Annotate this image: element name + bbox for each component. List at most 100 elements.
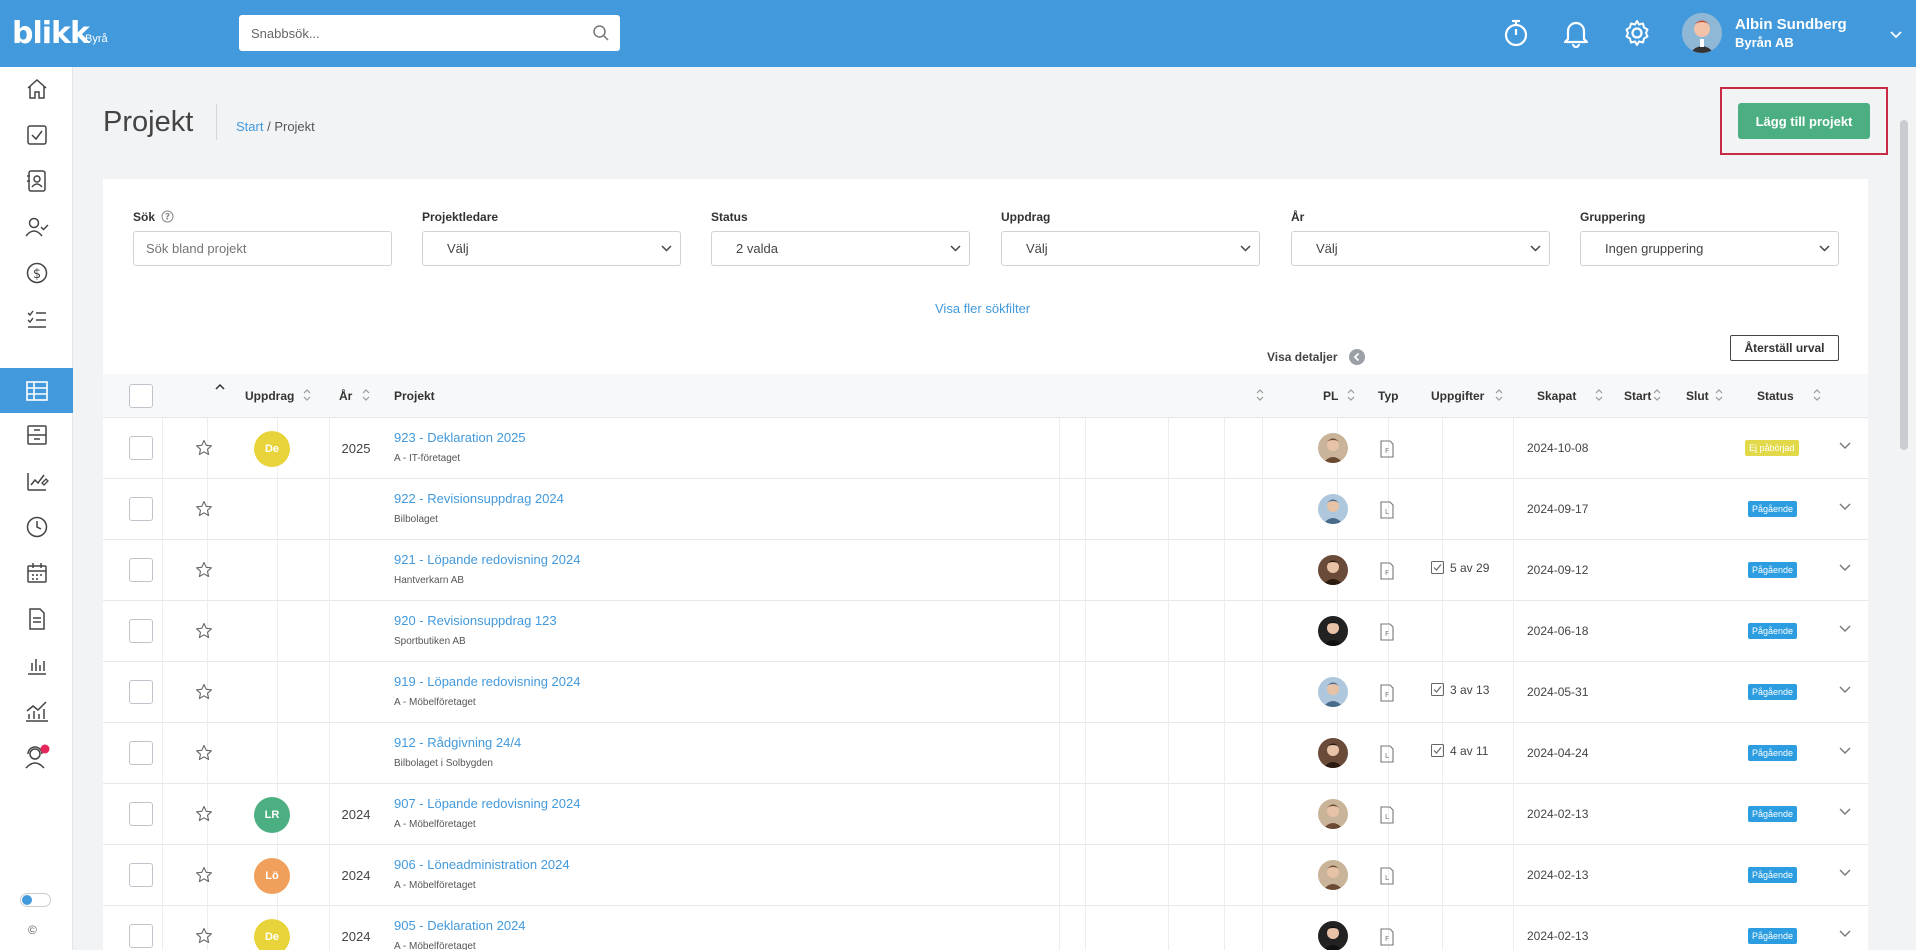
row-checkbox[interactable] (129, 741, 153, 765)
sort-icon[interactable] (1652, 388, 1662, 402)
table-row[interactable]: LR 2024 907 - Löpande redovisning 2024 A - … (103, 784, 1868, 845)
column-header-start[interactable]: Start (1624, 374, 1651, 418)
chevron-down-icon[interactable] (1839, 686, 1851, 694)
breadcrumb-start-link[interactable]: Start (236, 119, 263, 134)
sidebar-item-clients[interactable] (0, 205, 73, 249)
chevron-down-icon[interactable] (1839, 625, 1851, 633)
timer-icon[interactable] (1502, 18, 1530, 53)
row-checkbox[interactable] (129, 924, 153, 948)
row-checkbox[interactable] (129, 558, 153, 582)
chevron-down-icon[interactable] (1839, 869, 1851, 877)
star-icon[interactable] (195, 561, 213, 579)
sidebar-item-analytics[interactable] (0, 689, 73, 733)
star-icon[interactable] (195, 805, 213, 823)
project-search-input[interactable] (133, 231, 392, 266)
column-header-status[interactable]: Status (1757, 374, 1794, 418)
table-row[interactable]: 921 - Löpande redovisning 2024 Hantverkar… (103, 540, 1868, 601)
star-icon[interactable] (195, 927, 213, 945)
sidebar-item-archive[interactable] (0, 413, 73, 457)
sort-icon[interactable] (1714, 388, 1724, 402)
sidebar-item-checklists[interactable] (0, 297, 73, 341)
chevron-down-icon[interactable] (1839, 808, 1851, 816)
project-title-link[interactable]: 919 - Löpande redovisning 2024 (394, 674, 580, 689)
project-manager-avatar[interactable] (1318, 555, 1348, 585)
add-project-button[interactable]: Lägg till projekt (1738, 103, 1870, 139)
row-checkbox[interactable] (129, 497, 153, 521)
sort-icon[interactable] (1594, 388, 1604, 402)
task-progress[interactable]: 4 av 11 (1431, 744, 1488, 758)
project-manager-avatar[interactable] (1318, 799, 1348, 829)
project-title-link[interactable]: 922 - Revisionsuppdrag 2024 (394, 491, 564, 506)
year-select[interactable]: Välj (1291, 231, 1550, 266)
sidebar-item-reports[interactable] (0, 459, 73, 503)
table-row[interactable]: 912 - Rådgivning 24/4 Bilbolaget i Solbyg… (103, 723, 1868, 784)
column-header-end[interactable]: Slut (1686, 374, 1709, 418)
project-title-link[interactable]: 905 - Deklaration 2024 (394, 918, 526, 933)
sidebar-item-time[interactable] (0, 505, 73, 549)
theme-toggle[interactable] (20, 893, 51, 907)
project-manager-avatar[interactable] (1318, 860, 1348, 890)
row-checkbox[interactable] (129, 436, 153, 460)
sort-up-icon[interactable] (215, 384, 225, 390)
chevron-down-icon[interactable] (1839, 930, 1851, 938)
column-header-tasks[interactable]: Uppgifter (1431, 374, 1484, 418)
project-manager-avatar[interactable] (1318, 494, 1348, 524)
quick-search-input[interactable] (239, 15, 569, 51)
project-title-link[interactable]: 923 - Deklaration 2025 (394, 430, 526, 445)
bell-icon[interactable] (1562, 18, 1590, 53)
page-scrollbar[interactable] (1898, 120, 1910, 950)
sidebar-item-projects[interactable] (0, 368, 73, 413)
table-row[interactable]: 919 - Löpande redovisning 2024 A - Möbelf… (103, 662, 1868, 723)
user-avatar[interactable] (1682, 13, 1722, 53)
row-checkbox[interactable] (129, 680, 153, 704)
row-checkbox[interactable] (129, 863, 153, 887)
table-row[interactable]: 920 - Revisionsuppdrag 123 Sportbutiken A… (103, 601, 1868, 662)
column-header-created[interactable]: Skapat (1537, 374, 1576, 418)
sort-icon[interactable] (1812, 388, 1822, 402)
star-icon[interactable] (195, 500, 213, 518)
sort-icon[interactable] (361, 388, 371, 402)
sort-icon[interactable] (302, 388, 312, 402)
sort-icon[interactable] (1494, 388, 1504, 402)
column-header-pl[interactable]: PL (1323, 374, 1338, 418)
reset-selection-button[interactable]: Återställ urval (1730, 335, 1839, 361)
chevron-down-icon[interactable] (1890, 26, 1902, 44)
project-manager-avatar[interactable] (1318, 433, 1348, 463)
logo[interactable]: blikk (12, 16, 90, 51)
task-progress[interactable]: 3 av 13 (1431, 683, 1489, 697)
star-icon[interactable] (195, 683, 213, 701)
project-title-link[interactable]: 907 - Löpande redovisning 2024 (394, 796, 580, 811)
project-manager-avatar[interactable] (1318, 616, 1348, 646)
project-manager-avatar[interactable] (1318, 921, 1348, 950)
sort-icon[interactable] (1255, 388, 1265, 402)
table-row[interactable]: De 2025 923 - Deklaration 2025 A - IT-föret… (103, 418, 1868, 479)
table-row[interactable]: 922 - Revisionsuppdrag 2024 Bilbolaget L 20… (103, 479, 1868, 540)
sort-icon[interactable] (1346, 388, 1356, 402)
table-row[interactable]: Lö 2024 906 - Löneadministration 2024 A - M… (103, 845, 1868, 906)
search-icon[interactable] (592, 24, 610, 47)
project-manager-avatar[interactable] (1318, 738, 1348, 768)
chevron-left-circle-icon[interactable] (1349, 349, 1365, 370)
sidebar-item-invoicing[interactable]: $ (0, 251, 73, 295)
project-title-link[interactable]: 920 - Revisionsuppdrag 123 (394, 613, 557, 628)
more-filters-link[interactable]: Visa fler sökfilter (935, 301, 1030, 316)
table-row[interactable]: De 2024 905 - Deklaration 2024 A - Möbelför… (103, 906, 1868, 950)
project-manager-select[interactable]: Välj (422, 231, 681, 266)
column-header-project[interactable]: Projekt (394, 374, 435, 418)
chevron-down-icon[interactable] (1839, 503, 1851, 511)
column-header-type[interactable]: Typ (1378, 374, 1398, 418)
user-name[interactable]: Albin Sundberg (1735, 16, 1847, 33)
grouping-select[interactable]: Ingen gruppering (1580, 231, 1839, 266)
gear-icon[interactable] (1622, 18, 1652, 53)
star-icon[interactable] (195, 622, 213, 640)
project-title-link[interactable]: 912 - Rådgivning 24/4 (394, 735, 521, 750)
column-header-assignment[interactable]: Uppdrag (245, 374, 294, 418)
star-icon[interactable] (195, 439, 213, 457)
show-details-label[interactable]: Visa detaljer (1267, 350, 1338, 364)
status-select[interactable]: 2 valda (711, 231, 970, 266)
project-title-link[interactable]: 906 - Löneadministration 2024 (394, 857, 570, 872)
select-all-checkbox[interactable] (129, 384, 153, 408)
task-progress[interactable]: 5 av 29 (1431, 561, 1489, 575)
chevron-down-icon[interactable] (1839, 747, 1851, 755)
sidebar-item-support[interactable] (0, 735, 73, 779)
